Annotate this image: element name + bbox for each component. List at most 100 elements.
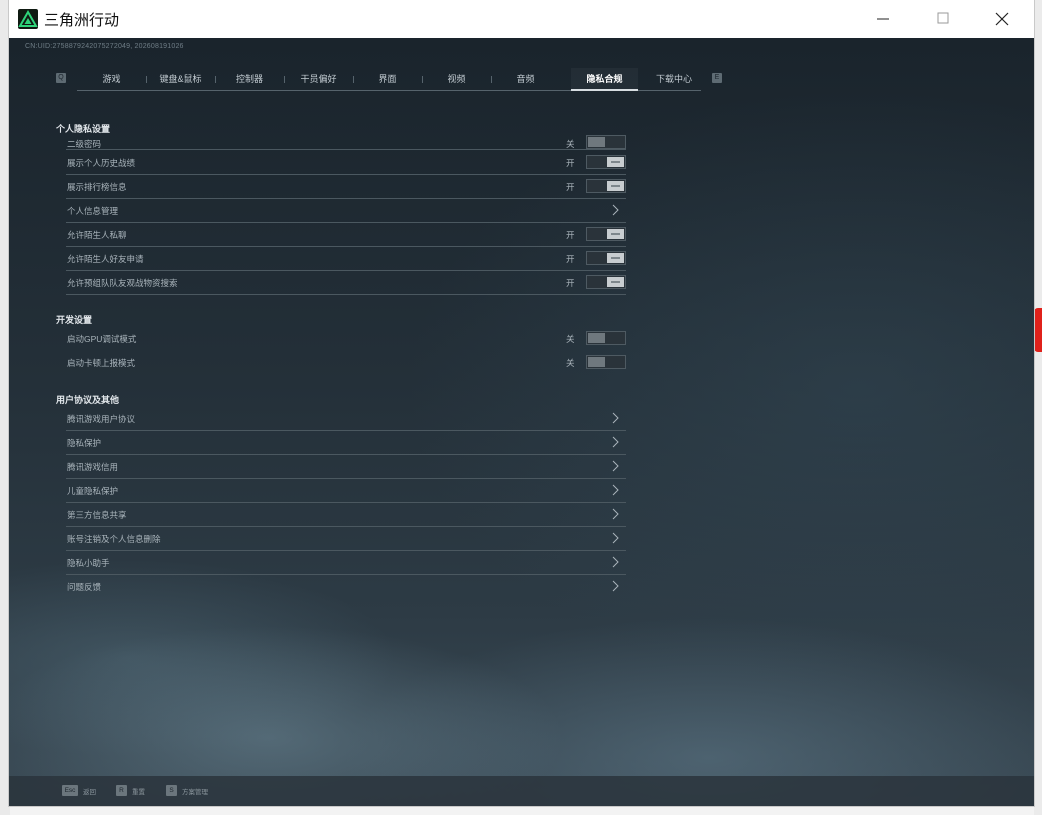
tab-keyboard-mouse[interactable]: 键盘&鼠标 [146,68,215,90]
close-icon [995,12,1009,26]
tab-game[interactable]: 游戏 [77,68,146,90]
title-bar: 三角洲行动 [9,0,1034,39]
link-label: 第三方信息共享 [67,510,127,520]
section-title-dev: 开发设置 [56,315,93,325]
setting-label: 二级密码 [67,139,102,149]
minimize-button[interactable] [860,0,906,38]
agreement-link-row[interactable]: 腾讯游戏信用 [66,454,626,479]
hint-label: 重置 [132,789,145,796]
tab-interface[interactable]: 界面 [353,68,422,90]
maximize-button[interactable] [920,0,966,38]
tab-operator-preference[interactable]: 干员偏好 [284,68,353,90]
show-leaderboard-toggle[interactable] [586,179,626,193]
bottom-hint-bar: Esc 返回 R 重置 S 方案管理 [9,776,1034,806]
chevron-right-icon [612,508,619,520]
show-history-toggle[interactable] [586,155,626,169]
setting-label: 允许预组队队友观战物资搜索 [67,278,178,288]
setting-label: 启动卡顿上报模式 [67,358,136,368]
tab-download-center[interactable]: 下载中心 [639,68,709,90]
agreement-link-row[interactable]: 隐私小助手 [66,550,626,575]
setting-row: 展示排行榜信息 开 [66,174,626,199]
gpu-debug-toggle[interactable] [586,331,626,345]
settings-tabs: 游戏 键盘&鼠标 控制器 干员偏好 界面 视频 音频 隐私合规 下载中心 [77,68,701,91]
link-label: 腾讯游戏用户协议 [67,414,136,424]
toggle-knob [607,253,624,263]
tab-video[interactable]: 视频 [422,68,491,90]
chevron-right-icon [612,556,619,568]
chevron-right-icon [612,532,619,544]
link-label: 腾讯游戏信用 [67,462,119,472]
minimize-icon [877,18,889,20]
window-title: 三角洲行动 [44,11,120,29]
setting-row: 二级密码 关 [66,132,626,150]
setting-label: 个人信息管理 [67,206,119,216]
agreement-link-row[interactable]: 第三方信息共享 [66,502,626,527]
setting-state: 开 [566,158,575,168]
app-window: 三角洲行动 CN:UID:2758879242075272049, 202608… [9,0,1034,806]
maximize-icon [937,12,949,24]
chevron-right-icon [612,204,619,216]
toggle-knob [588,333,605,343]
chevron-right-icon [612,484,619,496]
stutter-report-toggle[interactable] [586,355,626,369]
agreement-link-row[interactable]: 腾讯游戏用户协议 [66,406,626,431]
toggle-knob [588,137,605,147]
desktop-side-tab[interactable] [1034,308,1042,352]
close-button[interactable] [979,0,1025,38]
tab-privacy-compliance[interactable]: 隐私合规 [571,68,638,91]
setting-row: 启动GPU调试模式 关 [66,326,626,350]
tab-controller[interactable]: 控制器 [215,68,284,90]
delta-force-logo-icon [18,9,38,29]
scheme-key[interactable]: S [166,785,177,796]
teammate-spectate-loot-toggle[interactable] [586,275,626,289]
reset-key[interactable]: R [116,785,127,796]
link-label: 隐私小助手 [67,558,110,568]
setting-row: 启动卡顿上报模式 关 [66,350,626,374]
tab-audio[interactable]: 音频 [491,68,560,90]
agreement-link-row[interactable]: 隐私保护 [66,430,626,455]
prev-tab-key[interactable]: Q [56,73,66,83]
settings-screen: CN:UID:2758879242075272049, 202608191026… [9,38,1034,806]
setting-label: 允许陌生人私聊 [67,230,127,240]
hint-label: 方案管理 [182,789,208,796]
section-title-agreements: 用户协议及其他 [56,395,120,405]
chevron-right-icon [612,460,619,472]
esc-key[interactable]: Esc [62,785,78,796]
setting-state: 关 [566,358,575,368]
setting-state: 开 [566,278,575,288]
chevron-right-icon [612,412,619,424]
setting-state: 关 [566,334,575,344]
setting-label: 展示排行榜信息 [67,182,127,192]
setting-label: 展示个人历史战绩 [67,158,136,168]
agreement-link-row[interactable]: 账号注销及个人信息删除 [66,526,626,551]
toggle-knob [607,277,624,287]
chevron-right-icon [612,580,619,592]
link-label: 儿童隐私保护 [67,486,119,496]
toggle-knob [588,357,605,367]
setting-state: 开 [566,230,575,240]
secondary-password-toggle[interactable] [586,135,626,149]
setting-state: 开 [566,254,575,264]
chevron-right-icon [612,436,619,448]
setting-row: 展示个人历史战绩 开 [66,150,626,175]
setting-label: 允许陌生人好友申请 [67,254,144,264]
toggle-knob [607,229,624,239]
toggle-knob [607,157,624,167]
setting-row: 允许陌生人好友申请 开 [66,246,626,271]
link-label: 问题反馈 [67,582,102,592]
next-tab-key[interactable]: E [712,73,722,83]
uid-label: CN:UID:2758879242075272049, 202608191026 [25,43,184,50]
setting-label: 启动GPU调试模式 [67,334,137,344]
stranger-chat-toggle[interactable] [586,227,626,241]
agreement-link-row[interactable]: 问题反馈 [66,574,626,598]
setting-state: 开 [566,182,575,192]
setting-state: 关 [566,139,575,149]
link-label: 隐私保护 [67,438,102,448]
toggle-knob [607,181,624,191]
personal-info-link-row[interactable]: 个人信息管理 [66,198,626,223]
desktop-background-right [1034,0,1042,815]
link-label: 账号注销及个人信息删除 [67,534,161,544]
hint-label: 返回 [83,789,96,796]
stranger-friend-request-toggle[interactable] [586,251,626,265]
agreement-link-row[interactable]: 儿童隐私保护 [66,478,626,503]
